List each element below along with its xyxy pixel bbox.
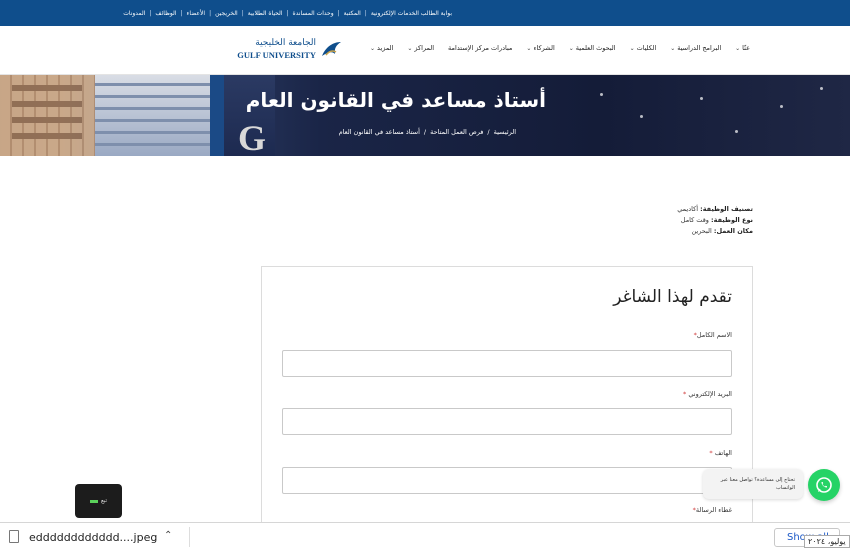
form-title: تقدم لهذا الشاغر [613, 287, 732, 307]
file-icon [9, 530, 19, 543]
nav-label: المزيد [377, 44, 394, 52]
top-link-student-life[interactable]: الحياة الطلابية [248, 10, 283, 17]
phone-label: الهاتف * [709, 449, 732, 457]
top-link-members[interactable]: الأعضاء [187, 10, 206, 17]
nav-item-centers[interactable]: المراكز ⌄ [407, 44, 434, 52]
separator: | [286, 9, 289, 17]
field-label-text: غطاء الرسالة [695, 506, 732, 514]
whatsapp-icon [816, 477, 832, 493]
whatsapp-button[interactable] [808, 469, 840, 501]
field-label-text: الهاتف [714, 449, 732, 457]
dark-mode-toggle[interactable]: تبع [75, 484, 122, 518]
top-link-library[interactable]: المكتبة [344, 10, 361, 17]
nav-label: البحوث العلمية [575, 44, 616, 52]
job-location-row: مكان العمل: البحرين [677, 226, 753, 237]
job-type-value: وقت كامل [680, 216, 709, 224]
logo-english-text: GULF UNIVERSITY [237, 50, 316, 60]
required-mark: * [683, 390, 687, 398]
nav-item-colleges[interactable]: الكليات ⌄ [630, 44, 657, 52]
divider [189, 527, 190, 547]
separator: | [149, 9, 152, 17]
separator: | [364, 9, 367, 17]
top-link-student-portal[interactable]: بوابة الطالب الخدمات الإلكترونية [371, 10, 452, 17]
chevron-down-icon: ⌄ [568, 44, 574, 52]
nav-item-programs[interactable]: البرامج الدراسية ⌄ [670, 44, 721, 52]
nav-label: المراكز [414, 44, 435, 52]
job-category-row: تصنيف الوظيفة: أكاديمي [677, 204, 753, 215]
separator: | [180, 9, 183, 17]
chevron-up-icon[interactable]: ⌃ [164, 530, 172, 541]
chevron-down-icon: ⌄ [670, 44, 676, 52]
hero-banner: G أستاذ مساعد في القانون العام الرئيسية /… [0, 75, 850, 156]
hero-building-image [95, 75, 210, 156]
building-letter: G [238, 118, 267, 156]
dark-mode-label: تبع [100, 498, 108, 504]
chevron-down-icon: ⌄ [629, 44, 635, 52]
job-location-label: مكان العمل: [713, 227, 753, 235]
date-tooltip: يوليو، ٢٠٢٤ [804, 535, 850, 548]
breadcrumb-home[interactable]: الرئيسية [494, 128, 516, 136]
nav-label: الشركاء [533, 44, 555, 52]
nav-item-research[interactable]: البحوث العلمية ⌄ [569, 44, 616, 52]
chevron-down-icon: ⌄ [407, 44, 413, 52]
nav-menu: عنّا ⌄ البرامج الدراسية ⌄ الكليات ⌄ البحوث … [370, 44, 750, 52]
top-link-blogs[interactable]: المدونات [123, 10, 145, 17]
nav-item-about[interactable]: عنّا ⌄ [735, 44, 750, 52]
nav-item-partners[interactable]: الشركاء ⌄ [526, 44, 554, 52]
job-location-value: البحرين [691, 227, 712, 235]
falcon-logo-icon [322, 42, 341, 56]
separator: | [209, 9, 212, 17]
hero-building-image [0, 75, 95, 156]
job-category-label: تصنيف الوظيفة: [700, 205, 753, 213]
nav-label: الكليات [636, 44, 657, 52]
separator: | [337, 9, 340, 17]
nav-label: البرامج الدراسية [677, 44, 722, 52]
cover-letter-label: غطاء الرسالة* [693, 506, 732, 514]
breadcrumb-separator: / [487, 128, 490, 136]
breadcrumb-jobs[interactable]: فرص العمل المتاحة [430, 128, 483, 136]
application-form: تقدم لهذا الشاغر الاسم الكامل* البريد ال… [261, 266, 753, 526]
email-label: البريد الإلكتروني * [683, 390, 732, 398]
nav-item-more[interactable]: المزيد ⌄ [370, 44, 393, 52]
logo-arabic-text: الجامعة الخليجية [255, 38, 316, 48]
breadcrumb-current: أستاذ مساعد في القانون العام [338, 128, 420, 136]
full-name-input[interactable] [282, 350, 732, 377]
main-nav: عنّا ⌄ البرامج الدراسية ⌄ الكليات ⌄ البحوث … [0, 26, 850, 75]
download-filename[interactable]: edddddddddddd....jpeg [29, 531, 157, 544]
page-title: أستاذ مساعد في القانون العام [245, 88, 546, 112]
full-name-label: الاسم الكامل* [694, 331, 732, 339]
email-input[interactable] [282, 408, 732, 435]
top-links: بوابة الطالب الخدمات الإلكترونية | المكت… [92, 0, 452, 26]
page: بوابة الطالب الخدمات الإلكترونية | المكت… [0, 0, 850, 550]
job-type-row: نوع الوظيفة: وقت كامل [677, 215, 753, 226]
nav-item-sustainability[interactable]: مبادرات مركز الإستدامة [448, 44, 512, 52]
nav-label: مبادرات مركز الإستدامة [448, 44, 513, 52]
required-mark: * [709, 449, 713, 457]
job-type-label: نوع الوظيفة: [711, 216, 753, 224]
download-bar: edddddddddddd....jpeg ⌃ Show all [0, 522, 850, 550]
university-logo[interactable]: الجامعة الخليجية GULF UNIVERSITY [236, 38, 342, 64]
field-label-text: البريد الإلكتروني [688, 390, 732, 398]
top-link-alumni[interactable]: الخريجين [215, 10, 238, 17]
chevron-down-icon: ⌄ [370, 44, 376, 52]
separator: | [241, 9, 244, 17]
nav-label: عنّا [742, 44, 750, 52]
chevron-down-icon: ⌄ [526, 44, 532, 52]
phone-input[interactable] [282, 467, 732, 494]
chevron-down-icon: ⌄ [735, 44, 741, 52]
job-category-value: أكاديمي [677, 205, 699, 213]
field-label-text: الاسم الكامل [696, 331, 732, 339]
job-details: تصنيف الوظيفة: أكاديمي نوع الوظيفة: وقت … [677, 204, 753, 237]
toggle-indicator-icon [89, 499, 98, 503]
top-link-jobs[interactable]: الوظائف [155, 10, 176, 17]
breadcrumb: الرئيسية/فرص العمل المتاحة/أستاذ مساعد ف… [326, 128, 516, 136]
top-bar: بوابة الطالب الخدمات الإلكترونية | المكت… [0, 0, 850, 26]
breadcrumb-separator: / [423, 128, 427, 136]
top-link-support-units[interactable]: وحدات المساندة [293, 10, 334, 17]
whatsapp-prompt[interactable]: تحتاج إلى مساعدة؟ تواصل معنا عبر الواتسا… [703, 469, 803, 499]
